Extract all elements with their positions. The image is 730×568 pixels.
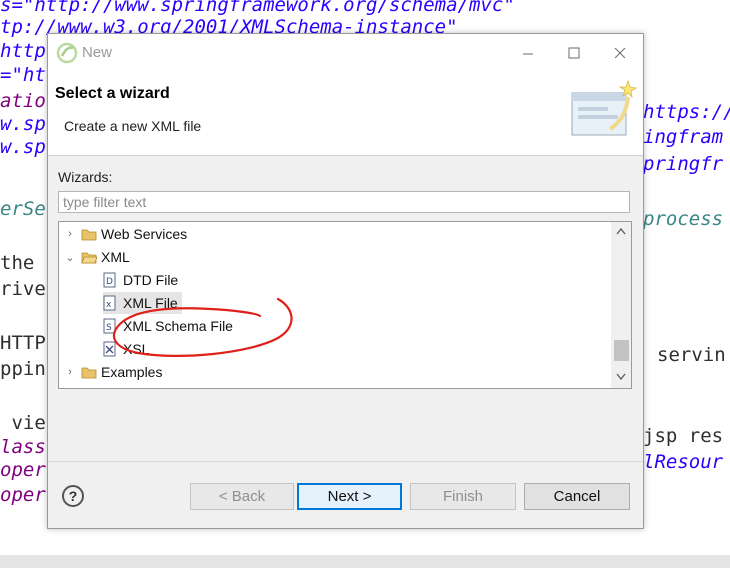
xsl-file-icon <box>103 341 116 357</box>
code-line: vie <box>0 412 46 434</box>
code-line: ="ht <box>0 64 46 86</box>
wizards-label: Wizards: <box>58 169 113 185</box>
help-icon[interactable]: ? <box>62 485 84 507</box>
xml-schema-file-icon: S <box>103 318 116 334</box>
code-line: rive <box>0 278 46 300</box>
tree-item-label: Examples <box>101 364 163 380</box>
tree-scrollbar[interactable] <box>611 222 631 388</box>
code-line: ppin <box>0 358 46 380</box>
code-line: atio <box>0 90 46 112</box>
svg-text:D: D <box>106 277 113 287</box>
code-line: erSe <box>0 198 46 220</box>
code-line: oper <box>0 459 46 481</box>
next-button[interactable]: Next > <box>297 483 402 510</box>
code-line: http <box>0 40 46 62</box>
xml-file-icon: x <box>103 295 116 311</box>
button-bar-separator <box>48 461 643 462</box>
tree-item-label: XML File <box>123 295 178 311</box>
code-line: w.sp <box>0 113 46 135</box>
scroll-down-icon[interactable] <box>611 368 631 386</box>
wizard-banner: Select a wizard Create a new XML file <box>48 71 643 156</box>
tree-item-label: Web Services <box>101 226 188 242</box>
wizard-banner-icon <box>571 79 638 136</box>
minimize-button[interactable] <box>505 34 551 71</box>
close-icon <box>614 47 626 58</box>
tree-item-xml-schema-file[interactable]: S XML Schema File <box>103 315 233 337</box>
code-line: HTTP <box>0 332 46 354</box>
svg-text:x: x <box>106 300 112 310</box>
banner-description: Create a new XML file <box>64 118 202 134</box>
new-wizard-dialog: New Select a wizard Create a new XML fil… <box>47 33 644 529</box>
code-line: the <box>0 252 46 274</box>
code-line: oper <box>0 484 46 506</box>
code-line: lResour <box>643 451 724 473</box>
status-strip <box>0 555 730 568</box>
close-button[interactable] <box>597 34 643 71</box>
maximize-button[interactable] <box>551 34 597 71</box>
code-line: w.sp <box>0 136 46 158</box>
banner-title: Select a wizard <box>55 85 170 102</box>
scroll-up-icon[interactable] <box>611 222 631 240</box>
dtd-file-icon: D <box>103 272 116 288</box>
tree-item-xml[interactable]: ⌄ XML <box>63 246 130 268</box>
scrollbar-thumb[interactable] <box>614 340 629 361</box>
minimize-icon <box>523 53 533 54</box>
maximize-icon <box>568 47 580 58</box>
dialog-title: New <box>82 44 113 61</box>
chevron-right-icon[interactable]: › <box>63 223 77 245</box>
open-folder-icon <box>81 252 97 264</box>
tree-item-label: XML Schema File <box>123 318 233 334</box>
tree-item-web-services[interactable]: › Web Services <box>63 223 187 245</box>
code-line: s="http://www.springframework.org/schema… <box>0 0 515 16</box>
folder-icon <box>81 367 97 379</box>
chevron-right-icon[interactable]: › <box>63 361 77 383</box>
filter-input[interactable] <box>59 192 629 212</box>
code-line: process <box>643 208 724 230</box>
folder-icon <box>81 229 97 241</box>
code-line: jsp res <box>643 425 724 447</box>
spring-app-icon <box>56 42 78 64</box>
tree-item-label: XML <box>101 249 130 265</box>
tree-item-label: XSL <box>123 341 150 357</box>
tree-item-xsl[interactable]: XSL <box>103 338 149 360</box>
svg-text:S: S <box>106 323 112 333</box>
back-button[interactable]: < Back <box>190 483 294 510</box>
tree-item-label: DTD File <box>123 272 179 288</box>
chevron-down-icon[interactable]: ⌄ <box>63 246 77 268</box>
cancel-button[interactable]: Cancel <box>524 483 630 510</box>
tree-item-dtd-file[interactable]: D DTD File <box>103 269 178 291</box>
code-line: ingfram <box>643 126 724 148</box>
code-line: lass <box>0 436 46 458</box>
wizard-tree[interactable]: › Web Services ⌄ XML D DTD File x XML Fi… <box>58 221 632 389</box>
tree-item-xml-file[interactable]: x XML File <box>103 292 182 314</box>
filter-field[interactable] <box>58 191 630 213</box>
tree-item-examples[interactable]: › Examples <box>63 361 162 383</box>
finish-button[interactable]: Finish <box>410 483 516 510</box>
dialog-titlebar: New <box>48 34 643 71</box>
code-line: https:// <box>643 101 730 123</box>
code-line: servin <box>657 344 726 366</box>
code-line: pringfr <box>643 153 724 175</box>
